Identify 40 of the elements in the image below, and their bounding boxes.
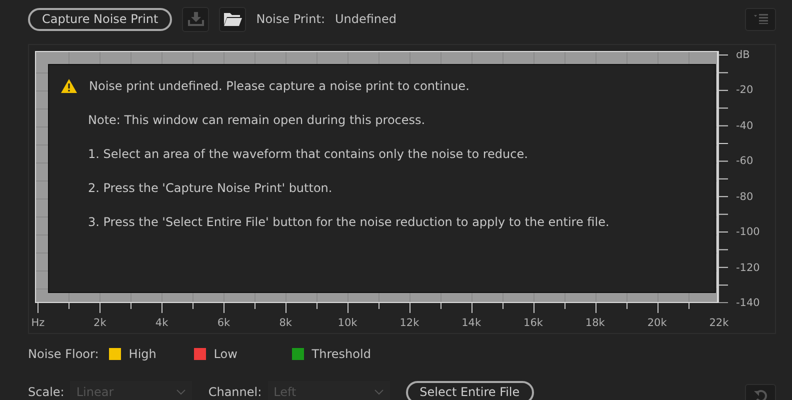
chevron-icon [176,389,186,395]
legend-label: High [128,347,156,361]
y-axis-label: -20 [736,83,754,98]
scale-label: Scale: [28,385,64,399]
message-line: 3. Press the 'Select Entire File' button for the noise reduction to apply to the entire file. [88,215,610,229]
y-axis-label: -40 [736,118,754,134]
y-axis-label: -140 [736,296,761,311]
x-axis-label: Hz [30,317,46,331]
x-axis-label: 20k [646,317,668,331]
y-axis-label: -60 [736,154,754,170]
y-axis-label: -120 [736,260,761,276]
noise-print-value: Undefined [334,12,397,26]
message-line: 2. Press the 'Capture Noise Print' button. [88,181,334,195]
x-axis-label: 14k [460,317,482,331]
menu-icon[interactable] [745,8,776,30]
x-axis-label: 10k [336,317,358,331]
x-axis-label: 18k [584,317,606,331]
select-entire-file-button[interactable]: Select Entire File [406,380,534,400]
message-line: 1. Select an area of the waveform that contains only the noise to reduce. [88,147,529,161]
folder-icon[interactable] [219,6,246,32]
warning-icon [61,79,77,93]
y-axis-label: dB [736,48,751,63]
noise-floor-label: Noise Floor: [28,347,99,361]
legend-label: Threshold [312,347,371,361]
x-axis-label: 16k [522,317,544,331]
message-title: Noise print undefined. Please capture a noise print to continue. [89,79,470,93]
x-axis-label: 4k [154,317,170,331]
capture-noise-print-button[interactable]: Capture Noise Print [28,8,172,30]
chevron-icon [374,389,384,395]
x-axis-label: 22k [708,317,730,331]
x-axis-label: 12k [398,317,420,331]
y-axis-label: -100 [736,225,761,240]
message-line: Note: This window can remain open during this process. [88,113,426,127]
x-axis-label: 2k [92,317,108,331]
y-axis-label: -80 [736,190,754,205]
legend-label: Low [214,347,238,361]
x-axis-label: 6k [216,317,232,331]
noise-print-label: Noise Print: [256,12,325,26]
channel-label: Channel: [208,385,262,399]
x-axis-label: 8k [278,317,293,331]
